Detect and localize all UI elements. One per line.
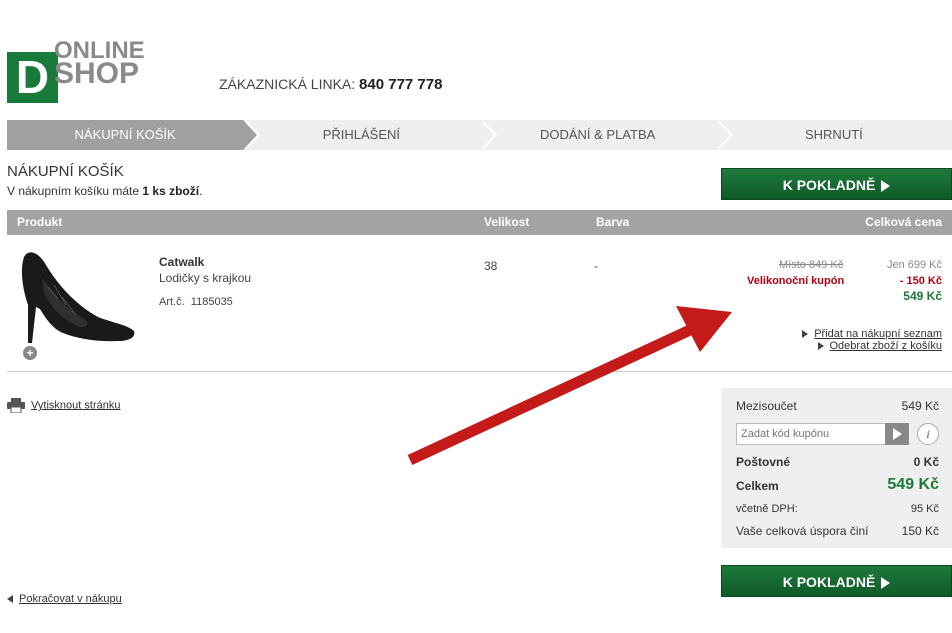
subtotal-label: Mezisoučet	[736, 399, 797, 413]
play-icon	[817, 342, 824, 351]
product-image[interactable]	[18, 247, 138, 345]
product-name[interactable]: Catwalk	[159, 255, 204, 269]
continue-shopping-label: Pokračovat v nákupu	[19, 593, 122, 605]
cart-count-prefix: V nákupním košíku máte	[7, 184, 143, 198]
add-to-wishlist-link[interactable]: Přidat na nákupní seznam	[802, 328, 942, 340]
remove-item-link[interactable]: Odebrat zboží z košíku	[817, 340, 943, 352]
article-number: 1185035	[190, 296, 233, 308]
table-header: Produkt Velikost Barva Celková cena	[7, 210, 952, 235]
coupon-apply-button[interactable]	[885, 423, 909, 445]
product-description: Lodičky s krajkou	[159, 271, 252, 285]
logo-shop-text: SHOP	[54, 57, 140, 90]
checkout-button-bottom[interactable]: K POKLADNĚ	[721, 565, 952, 597]
order-summary: Mezisoučet 549 Kč i Poštovné 0 Kč Celkem…	[721, 388, 952, 548]
product-article: Art.č. 1185035	[159, 296, 233, 308]
step-cart-label: NÁKUPNÍ KOŠÍK	[74, 127, 176, 142]
remove-item-label: Odebrat zboží z košíku	[829, 340, 943, 352]
step-delivery-payment[interactable]: DODÁNÍ & PLATBA	[479, 120, 733, 150]
savings-label: Vaše celková úspora činí	[736, 524, 869, 538]
shipping-label: Poštovné	[736, 455, 791, 469]
checkout-button-top[interactable]: K POKLADNĚ	[721, 168, 952, 200]
row-divider	[7, 371, 952, 372]
customer-hotline: ZÁKAZNICKÁ LINKA: 840 777 778	[219, 76, 442, 93]
total-label: Celkem	[736, 479, 779, 493]
subtotal-value: 549 Kč	[901, 399, 939, 413]
page-title: NÁKUPNÍ KOŠÍK	[7, 163, 124, 180]
logo-letter: D	[7, 52, 58, 103]
coupon-code-input[interactable]	[736, 423, 887, 445]
checkout-button-label: K POKLADNĚ	[782, 177, 876, 193]
header-color: Barva	[596, 215, 630, 229]
play-icon	[802, 330, 809, 339]
header-product: Produkt	[17, 215, 63, 229]
add-to-wishlist-label: Přidat na nákupní seznam	[814, 328, 942, 340]
back-arrow-icon	[7, 595, 13, 604]
checkout-steps: NÁKUPNÍ KOŠÍK PŘIHLÁŠENÍ DODÁNÍ & PLATBA…	[7, 120, 952, 150]
product-color: -	[594, 259, 598, 273]
original-price: Místo 849 Kč	[779, 259, 844, 271]
print-page-label: Vytisknout stránku	[31, 399, 121, 412]
print-page-link[interactable]: Vytisknout stránku	[7, 398, 120, 413]
printer-icon	[7, 398, 25, 413]
vat-value: 95 Kč	[910, 503, 939, 515]
header-size: Velikost	[484, 215, 530, 229]
header-total: Celková cena	[865, 215, 942, 229]
play-icon	[881, 180, 891, 193]
cart-count-suffix: .	[199, 184, 203, 198]
zoom-icon[interactable]: +	[23, 346, 37, 360]
info-icon[interactable]: i	[917, 423, 939, 445]
coupon-name: Velikonoční kupón	[747, 275, 845, 287]
logo[interactable]: D ONLINE SHOP	[7, 39, 157, 105]
savings-value: 150 Kč	[901, 524, 939, 538]
step-summary[interactable]: SHRNUTÍ	[715, 120, 952, 150]
play-icon	[893, 428, 902, 440]
checkout-button-label: K POKLADNĚ	[782, 574, 876, 590]
step-login-label: PŘIHLÁŠENÍ	[322, 127, 401, 142]
cart-count-bold: 1 ks zboží	[142, 184, 200, 198]
step-delivery-label: DODÁNÍ & PLATBA	[539, 127, 656, 142]
article-label: Art.č.	[159, 296, 185, 308]
sale-price: Jen 699 Kč	[886, 259, 942, 271]
hotline-label: ZÁKAZNICKÁ LINKA:	[219, 76, 356, 92]
step-cart[interactable]: NÁKUPNÍ KOŠÍK	[7, 120, 261, 150]
vat-label: včetně DPH:	[736, 503, 798, 515]
total-value: 549 Kč	[887, 476, 939, 493]
step-login[interactable]: PŘIHLÁŠENÍ	[243, 120, 497, 150]
product-size: 38	[484, 259, 498, 273]
step-summary-label: SHRNUTÍ	[804, 127, 863, 142]
continue-shopping-link[interactable]: Pokračovat v nákupu	[7, 593, 122, 605]
play-icon	[881, 577, 891, 590]
coupon-discount: - 150 Kč	[899, 275, 942, 287]
final-price: 549 Kč	[903, 289, 942, 303]
shipping-value: 0 Kč	[913, 455, 939, 469]
cart-count-text: V nákupním košíku máte 1 ks zboží.	[7, 184, 202, 198]
hotline-number: 840 777 778	[359, 76, 443, 93]
